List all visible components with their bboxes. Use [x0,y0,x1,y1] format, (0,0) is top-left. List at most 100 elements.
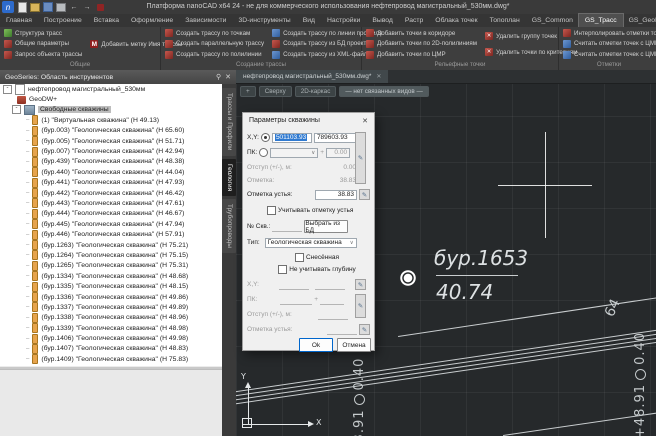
ribbon-button[interactable]: Добавить точки по ЦМР [364,50,479,60]
offset2-input[interactable] [318,310,348,320]
collapse-icon[interactable] [3,85,12,94]
pk2-value-input[interactable] [320,295,344,305]
view-direction-button[interactable]: Сверху [259,86,292,97]
app-logo-icon[interactable]: n [2,1,14,13]
ribbon-button[interactable]: Создать параллельную трассу [163,39,266,49]
tree-item-free-wells[interactable]: Свободные скважины [0,105,222,115]
pick-on-screen-button[interactable]: ✎ [355,279,366,290]
mouth-pick-button[interactable]: ✎ [359,189,370,200]
ribbon-tab[interactable]: Вывод [366,14,399,27]
ribbon-tab[interactable]: Облака точек [429,14,483,27]
tree-item-well[interactable]: –(бур.005) "Геологическая скважина" (Н 5… [0,136,222,146]
tree-item-well[interactable]: –(бур.441) "Геологическая скважина" (Н 4… [0,178,222,188]
tree-item-well[interactable]: –(бур.1338) "Геологическая скважина" (Н … [0,313,222,323]
x2-input[interactable] [279,280,309,290]
close-icon[interactable]: ✕ [225,74,231,81]
y2-input[interactable] [315,280,345,290]
redo-icon[interactable]: → [82,2,92,12]
ribbon-button[interactable]: Считать отметки точек с ЦМР авт [561,50,656,60]
tree-item-well[interactable]: –(бур.444) "Геологическая скважина" (Н 4… [0,209,222,219]
offset-well-checkbox[interactable] [295,253,304,262]
tree-item-well[interactable]: –(бур.1265) "Геологическая скважина" (Н … [0,261,222,271]
pk-trace-select[interactable]: ∨ [270,148,318,158]
pk-radio[interactable] [259,148,268,157]
ribbon-button[interactable]: Общие параметры [2,39,84,49]
dialog-titlebar[interactable]: Параметры скважины ✕ [243,113,374,128]
ribbon-button[interactable]: Считать отметки точек с ЦМР [561,39,656,49]
tree-item-well[interactable]: –(бур.440) "Геологическая скважина" (Н 4… [0,167,222,177]
open-file-icon[interactable] [30,2,40,12]
print-icon[interactable] [56,2,66,12]
undo-icon[interactable]: ← [69,2,79,12]
ribbon-button[interactable]: Структура трасс [2,28,84,38]
ribbon-button[interactable]: Создать трассу по точкам [163,28,266,38]
tree-item-well[interactable]: –(бур.445) "Геологическая скважина" (Н 4… [0,219,222,229]
close-tab-icon[interactable]: ✕ [376,73,381,80]
record-icon[interactable] [95,2,105,12]
tree-item-well[interactable]: –(бур.442) "Геологическая скважина" (Н 4… [0,188,222,198]
well-number-input[interactable] [272,222,302,232]
side-tab-geology[interactable]: Геология [222,159,236,196]
ribbon-tab[interactable]: GS_Common [526,14,579,27]
tree-item-well[interactable]: –(бур.003) "Геологическая скважина" (Н 6… [0,126,222,136]
ribbon-tab[interactable]: GS_Geology [623,14,656,27]
ribbon-tab[interactable]: Оформление [125,14,179,27]
new-file-icon[interactable] [17,2,27,12]
tree-item-well[interactable]: –(бур.446) "Геологическая скважина" (Н 5… [0,229,222,239]
mouth-mark-input[interactable]: 38.83 [315,190,357,200]
ignore-depth-checkbox[interactable] [278,265,287,274]
ribbon-tab[interactable]: Растр [399,14,429,27]
tree-item-well[interactable]: –(бур.1409) "Геологическая скважина" (Н … [0,354,222,364]
ribbon-tab[interactable]: 3D-инструменты [232,14,296,27]
select-from-db-button[interactable]: Выбрать из БД [304,220,348,233]
pk2-trace-input[interactable] [280,295,312,305]
tree-item-well[interactable]: –(бур.1335) "Геологическая скважина" (Н … [0,281,222,291]
linked-views-button[interactable]: — нет связанных видов — [339,86,428,97]
x-input[interactable]: 501103.93 [272,133,312,143]
drawing-tab[interactable]: нефтепровод магистральный_530мм.dwg* ✕ [236,70,388,83]
tree-item-well[interactable]: –(бур.1334) "Геологическая скважина" (Н … [0,271,222,281]
ribbon-tab[interactable]: Вставка [88,14,125,27]
ribbon-tab[interactable]: Зависимости [179,14,232,27]
tree-item-well[interactable]: –(1) "Виртуальная скважина" (Н 49.13) [0,115,222,125]
ribbon-button[interactable]: Добавить точки по 2D-полилиниям [364,39,479,49]
ribbon-tab-active[interactable]: GS_Трасс [579,14,623,27]
save-icon[interactable] [43,2,53,12]
tree-item-well[interactable]: –(бур.1337) "Геологическая скважина" (Н … [0,302,222,312]
ribbon-button[interactable]: Интерполировать отметки точек [561,28,656,38]
dialog-close-icon[interactable]: ✕ [362,117,368,125]
ribbon-tab[interactable]: Построение [38,14,88,27]
ribbon-button[interactable]: Запрос объекта трассы [2,50,84,60]
ribbon-tab[interactable]: Вид [297,14,321,27]
tree-item-well[interactable]: –(бур.443) "Геологическая скважина" (Н 4… [0,198,222,208]
type-select[interactable]: Геологическая скважина∨ [265,238,357,248]
tree-item-well[interactable]: –(бур.1406) "Геологическая скважина" (Н … [0,333,222,343]
tree-item-well[interactable]: –(бур.1407) "Геологическая скважина" (Н … [0,344,222,354]
tree-item-well[interactable]: –(бур.1339) "Геологическая скважина" (Н … [0,323,222,333]
mouth2-input[interactable] [327,325,357,335]
xy-radio[interactable] [261,133,270,142]
cancel-button[interactable]: Отмена [337,338,371,352]
y-input[interactable]: 789603.93 [314,133,361,143]
mouth2-pick-button[interactable]: ✎ [359,324,370,335]
borehole-marker[interactable] [400,270,416,286]
ribbon-tab[interactable]: Настройки [321,14,366,27]
pin-icon[interactable]: ⚲ [216,74,221,81]
ribbon-tab[interactable]: Топоплан [484,14,526,27]
tree-item-well[interactable]: –(бур.1263) "Геологическая скважина" (Н … [0,240,222,250]
tree-item-well[interactable]: –(бур.1336) "Геологическая скважина" (Н … [0,292,222,302]
pk-value-input[interactable]: 0.00 [326,148,350,158]
visual-style-button[interactable]: 2D-каркас [295,86,337,97]
ribbon-button[interactable]: Создать трассу по полилинии [163,50,266,60]
tree-item-geodw[interactable]: GeoDW+ [0,94,222,104]
consider-mouth-checkbox[interactable] [267,206,276,215]
tree-item-well[interactable]: –(бур.007) "Геологическая скважина" (Н 4… [0,146,222,156]
viewport-add-button[interactable]: + [240,86,256,97]
tree-item-well[interactable]: –(бур.439) "Геологическая скважина" (Н 4… [0,157,222,167]
ribbon-tab[interactable]: Главная [0,14,38,27]
side-tab-pipelines[interactable]: Трубопроводы [222,199,236,253]
side-tab-traces[interactable]: Трассы и Профили [222,88,236,156]
tree-item-well[interactable]: –(бур.1264) "Геологическая скважина" (Н … [0,250,222,260]
ok-button[interactable]: Ok [299,338,333,352]
tree-item-root[interactable]: нефтепровод магистральный_530мм [0,84,222,94]
